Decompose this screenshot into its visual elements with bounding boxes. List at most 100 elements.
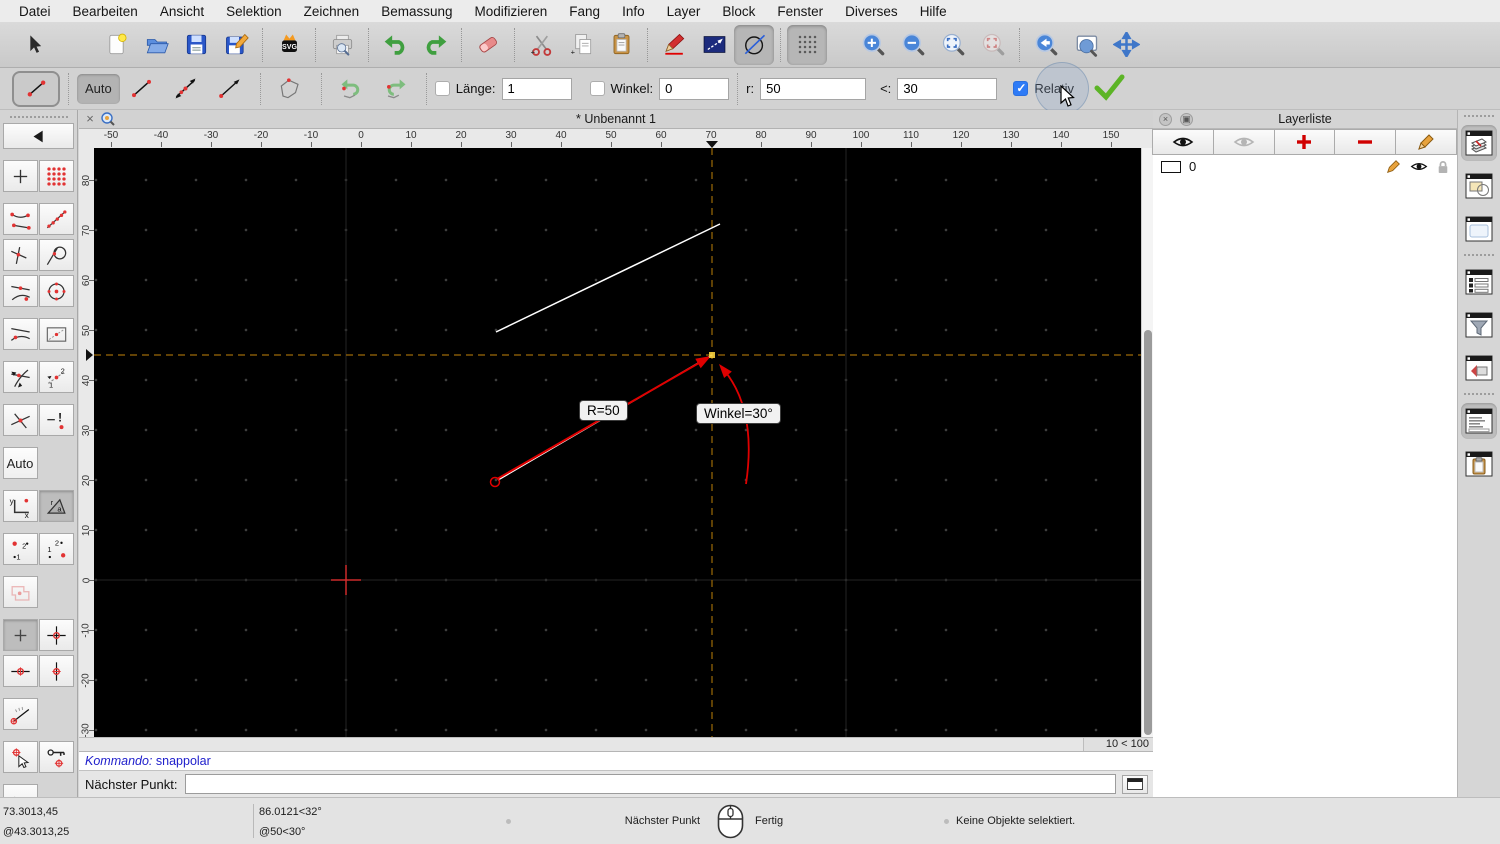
angle-checkbox[interactable] <box>589 81 605 96</box>
next-point-input[interactable] <box>184 774 1116 794</box>
zoom-window-button[interactable] <box>1066 25 1106 65</box>
snap-on-entity-button[interactable] <box>39 203 74 235</box>
snap-distance-button[interactable]: 12 <box>39 361 74 393</box>
restrict-none-button[interactable] <box>3 619 38 651</box>
undo-button[interactable] <box>375 25 415 65</box>
layer-list-dock-icon[interactable] <box>1461 125 1497 161</box>
set-relative-zero-button[interactable] <box>3 741 38 773</box>
clipboard-dock-icon[interactable] <box>1461 446 1497 482</box>
menu-item[interactable]: Ansicht <box>149 4 215 19</box>
segment-mode-ray-button[interactable] <box>164 72 208 106</box>
snap-reference-button[interactable] <box>39 318 74 350</box>
erase-button[interactable] <box>468 25 508 65</box>
command-line-dock-icon[interactable] <box>1461 403 1497 439</box>
cut-button[interactable]: + <box>521 25 561 65</box>
save-button[interactable] <box>176 25 216 65</box>
relative-checkbox[interactable] <box>1013 81 1029 96</box>
length-input[interactable] <box>501 77 572 100</box>
new-file-button[interactable] <box>96 25 136 65</box>
restrict-orthogonal-button[interactable] <box>39 619 74 651</box>
segment-mode-line-button[interactable] <box>120 72 164 106</box>
segment-mode-xline-button[interactable] <box>208 72 252 106</box>
zoom-in-button[interactable] <box>853 25 893 65</box>
zoom-selection-button[interactable] <box>973 25 1013 65</box>
coordinate-cartesian-button[interactable]: yx <box>3 490 38 522</box>
polar-angle-input[interactable] <box>897 77 998 100</box>
block-list-dock-icon[interactable] <box>1461 168 1497 204</box>
zoom-previous-button[interactable] <box>1026 25 1066 65</box>
redo-segment-button[interactable] <box>374 72 418 106</box>
vertical-scrollbar[interactable] <box>1141 148 1153 737</box>
coordinate-relative-button[interactable]: 12 <box>3 533 38 565</box>
scrollbar-thumb[interactable] <box>1143 330 1152 735</box>
restrict-angle-button[interactable] <box>2 698 38 730</box>
property-editor-dock-icon[interactable] <box>1461 264 1497 300</box>
snap-back-button[interactable] <box>3 123 74 149</box>
menu-item[interactable]: Modifizieren <box>464 4 559 19</box>
paste-button[interactable] <box>601 25 641 65</box>
undo-segment-button[interactable] <box>330 72 374 106</box>
layer-row[interactable]: 0 <box>1153 155 1457 178</box>
snap-perpendicular-button[interactable] <box>3 239 38 271</box>
snap-cross-button[interactable] <box>3 404 38 436</box>
grid-toggle-button[interactable] <box>787 24 827 65</box>
menu-item[interactable]: Zeichnen <box>293 4 371 19</box>
coordinate-polar-button[interactable]: ra <box>39 490 74 522</box>
remove-layer-button[interactable] <box>1334 129 1397 155</box>
length-checkbox[interactable] <box>434 81 450 96</box>
menu-item[interactable]: Bemassung <box>370 4 463 19</box>
dock-handle[interactable] <box>9 116 68 118</box>
angle-input[interactable] <box>659 77 730 100</box>
svg-export-button[interactable]: SVG <box>269 25 309 65</box>
snap-intersection-button[interactable] <box>3 361 38 393</box>
selection-cursor-icon[interactable] <box>14 25 54 65</box>
edit-layer-button[interactable] <box>1395 129 1457 155</box>
coordinate-absolute-button[interactable]: 12 <box>39 533 74 565</box>
layer-edit-icon[interactable] <box>1386 159 1401 174</box>
menu-item[interactable]: Fang <box>558 4 611 19</box>
line-two-points-tool[interactable] <box>12 70 60 107</box>
snap-center-button[interactable] <box>39 275 74 307</box>
zoom-auto-button[interactable] <box>933 25 973 65</box>
hide-all-layers-button[interactable] <box>1212 129 1275 155</box>
radius-input[interactable] <box>760 77 867 100</box>
snap-tangent-button[interactable] <box>39 239 74 271</box>
snap-middle-button[interactable] <box>3 275 38 307</box>
drawing-canvas[interactable]: R=50 Winkel=30° <box>94 148 1141 737</box>
snap-auto-button[interactable] <box>3 318 38 350</box>
snap-coordinate-button[interactable]: ! <box>39 404 74 436</box>
show-all-layers-button[interactable] <box>1152 129 1214 155</box>
menu-item[interactable]: Bearbeiten <box>62 4 149 19</box>
zoom-out-button[interactable] <box>893 25 933 65</box>
selection-filter-dock-icon[interactable] <box>1461 307 1497 343</box>
menu-item[interactable]: Datei <box>8 4 62 19</box>
snap-auto-mode-button[interactable]: Auto <box>2 447 38 479</box>
copy-button[interactable]: + <box>561 25 601 65</box>
restrict-entity-button[interactable] <box>2 576 38 608</box>
menu-item[interactable]: Fenster <box>766 4 834 19</box>
restrict-vertical-button[interactable] <box>39 655 74 687</box>
draw-pen-button[interactable] <box>654 25 694 65</box>
relative-zero-key-button[interactable] <box>2 784 38 797</box>
open-file-button[interactable] <box>136 25 176 65</box>
layer-lock-icon[interactable] <box>1437 160 1449 174</box>
menu-item[interactable]: Info <box>611 4 656 19</box>
layer-visibility-icon[interactable] <box>1410 160 1428 173</box>
menu-item[interactable]: Diverses <box>834 4 909 19</box>
restrict-horizontal-button[interactable] <box>3 655 38 687</box>
circle-line-tool-button[interactable] <box>734 24 774 65</box>
confirm-check-icon[interactable] <box>1092 72 1126 105</box>
polyline-mode-button[interactable] <box>269 72 313 106</box>
dock-handle[interactable] <box>1464 115 1494 117</box>
line-tool-button[interactable] <box>694 25 734 65</box>
view-list-dock-icon[interactable] <box>1461 211 1497 247</box>
add-layer-button[interactable] <box>1273 129 1336 155</box>
save-as-button[interactable] <box>216 25 256 65</box>
segment-mode-auto-button[interactable]: Auto <box>77 73 120 104</box>
snap-grid-button[interactable] <box>39 160 74 192</box>
pan-button[interactable] <box>1106 25 1146 65</box>
lock-relative-zero-button[interactable] <box>39 741 74 773</box>
command-history-toggle-button[interactable] <box>1122 774 1148 794</box>
menu-item[interactable]: Layer <box>656 4 712 19</box>
library-browser-dock-icon[interactable] <box>1461 350 1497 386</box>
